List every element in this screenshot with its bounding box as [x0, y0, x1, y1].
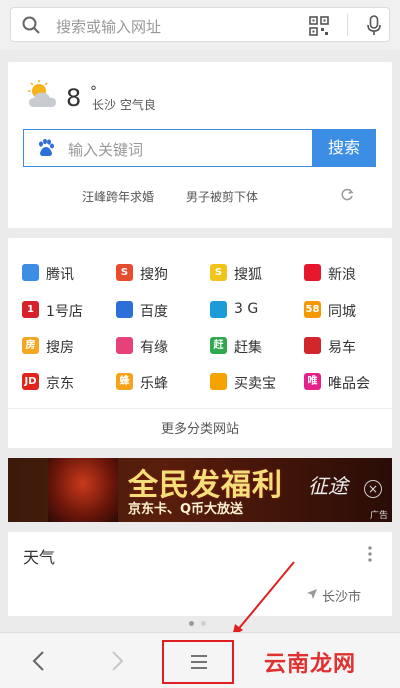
site-navigation-card: 腾讯 S 搜狗 S 搜狐 新浪 1 1号店 百度 3 G 58 同城房搜房 有缘 赶赶集 易车 JD 京东 蜂乐蜂… — [8, 238, 392, 448]
site-link[interactable]: S 搜狗 — [116, 262, 206, 284]
baidu-icon — [116, 301, 133, 318]
keyword-placeholder: 输入关键词 — [68, 141, 144, 159]
site-link[interactable]: 新浪 — [304, 262, 394, 284]
page-indicator — [201, 621, 206, 626]
lefeng-icon: 蜂 — [116, 373, 133, 390]
banner-hero-art — [48, 458, 118, 522]
vip-icon: 唯 — [304, 373, 321, 390]
site-link[interactable]: 3 G — [210, 299, 300, 321]
site-link[interactable]: S 搜狐 — [210, 262, 300, 284]
sina-icon — [304, 264, 321, 281]
site-label: 同城 — [328, 304, 356, 320]
maimaibao-icon — [210, 373, 227, 390]
yhd-icon: 1 — [22, 301, 39, 318]
site-link[interactable]: JD 京东 — [22, 371, 112, 393]
site-link[interactable]: 58 同城 — [304, 299, 394, 321]
banner-brand-logo: 征途 — [308, 474, 348, 498]
site-label: 百度 — [140, 304, 168, 320]
qr-code-icon[interactable] — [309, 16, 329, 36]
58-icon: 58 — [304, 301, 321, 318]
banner-subline: 京东卡、Q币大放送 — [128, 502, 244, 517]
microphone-icon[interactable] — [366, 15, 382, 37]
site-label: 搜房 — [46, 340, 74, 356]
site-link[interactable]: 百度 — [116, 299, 206, 321]
keyword-input[interactable]: 输入关键词 — [23, 129, 312, 167]
site-label: 京东 — [46, 376, 74, 392]
url-search-bar[interactable]: 搜索或输入网址 — [10, 7, 390, 42]
sogou-icon: S — [116, 264, 133, 281]
site-link[interactable]: 房搜房 — [22, 335, 112, 357]
site-label: 3 G — [234, 301, 259, 317]
site-link[interactable]: 蜂乐蜂 — [116, 371, 206, 393]
site-label: 易车 — [328, 340, 356, 356]
jd-icon: JD — [22, 373, 39, 390]
ad-mark: 广告 — [370, 511, 389, 521]
site-label: 搜狗 — [140, 267, 168, 283]
site-label: 乐蜂 — [140, 376, 168, 392]
weather-card[interactable]: 天气 长沙市 — [8, 532, 392, 616]
site-label: 搜狐 — [234, 267, 262, 283]
site-label: 赶集 — [234, 340, 262, 356]
site-link[interactable]: 腾讯 — [22, 262, 112, 284]
tencent-icon — [22, 264, 39, 281]
hot-word-link[interactable]: 男子被剪下体 — [186, 188, 258, 205]
site-label: 腾讯 — [46, 267, 74, 283]
site-link[interactable]: 有缘 — [116, 335, 206, 357]
weather-summary: 长沙 空气良 — [92, 98, 156, 112]
site-link[interactable]: 易车 — [304, 335, 394, 357]
sohu-icon: S — [210, 264, 227, 281]
site-label: 有缘 — [140, 340, 168, 356]
baidu-paw-icon — [39, 138, 54, 156]
site-link[interactable]: 唯唯品会 — [304, 371, 394, 393]
search-button[interactable]: 搜索 — [312, 129, 376, 167]
site-label: 唯品会 — [328, 376, 370, 392]
3g-icon — [210, 301, 227, 318]
site-label: 买卖宝 — [234, 376, 276, 392]
ad-banner[interactable]: 全民发福利 京东卡、Q币大放送 征途 × 广告 — [8, 458, 392, 522]
menu-button[interactable] — [162, 640, 234, 684]
more-sites-link[interactable]: 更多分类网站 — [8, 418, 392, 437]
site-link[interactable]: 赶赶集 — [210, 335, 300, 357]
site-link[interactable]: 买卖宝 — [210, 371, 300, 393]
divider — [8, 408, 392, 409]
youyuan-icon — [116, 337, 133, 354]
page-indicator-active — [189, 621, 194, 626]
menu-icon — [191, 655, 207, 669]
watermark: 云南龙网 — [264, 652, 357, 677]
site-link[interactable]: 1 1号店 — [22, 299, 112, 321]
soufang-icon: 房 — [22, 337, 39, 354]
more-options-icon[interactable] — [368, 546, 372, 562]
back-icon[interactable] — [30, 650, 46, 672]
url-search-placeholder: 搜索或输入网址 — [56, 18, 162, 36]
close-icon[interactable]: × — [364, 480, 382, 498]
weather-location: 长沙市 — [322, 590, 362, 605]
search-divider — [347, 14, 348, 36]
search-icon — [22, 16, 40, 34]
annotation-arrow — [232, 561, 295, 637]
refresh-icon[interactable] — [340, 188, 354, 202]
top-bar: 搜索或输入网址 — [0, 0, 400, 50]
forward-icon[interactable] — [110, 650, 126, 672]
site-label: 新浪 — [328, 267, 356, 283]
weather-search-card: 8 ° 长沙 空气良 输入关键词 搜索 汪峰跨年求婚 男子被剪下体 — [8, 62, 392, 228]
weather-card-title: 天气 — [23, 548, 56, 567]
ganji-icon: 赶 — [210, 337, 227, 354]
site-label: 1号店 — [46, 304, 83, 320]
hot-word-link[interactable]: 汪峰跨年求婚 — [82, 188, 154, 205]
yiche-icon — [304, 337, 321, 354]
partly-cloudy-icon — [28, 80, 56, 107]
temperature: 8 — [66, 84, 82, 112]
location-arrow-icon — [307, 589, 317, 599]
